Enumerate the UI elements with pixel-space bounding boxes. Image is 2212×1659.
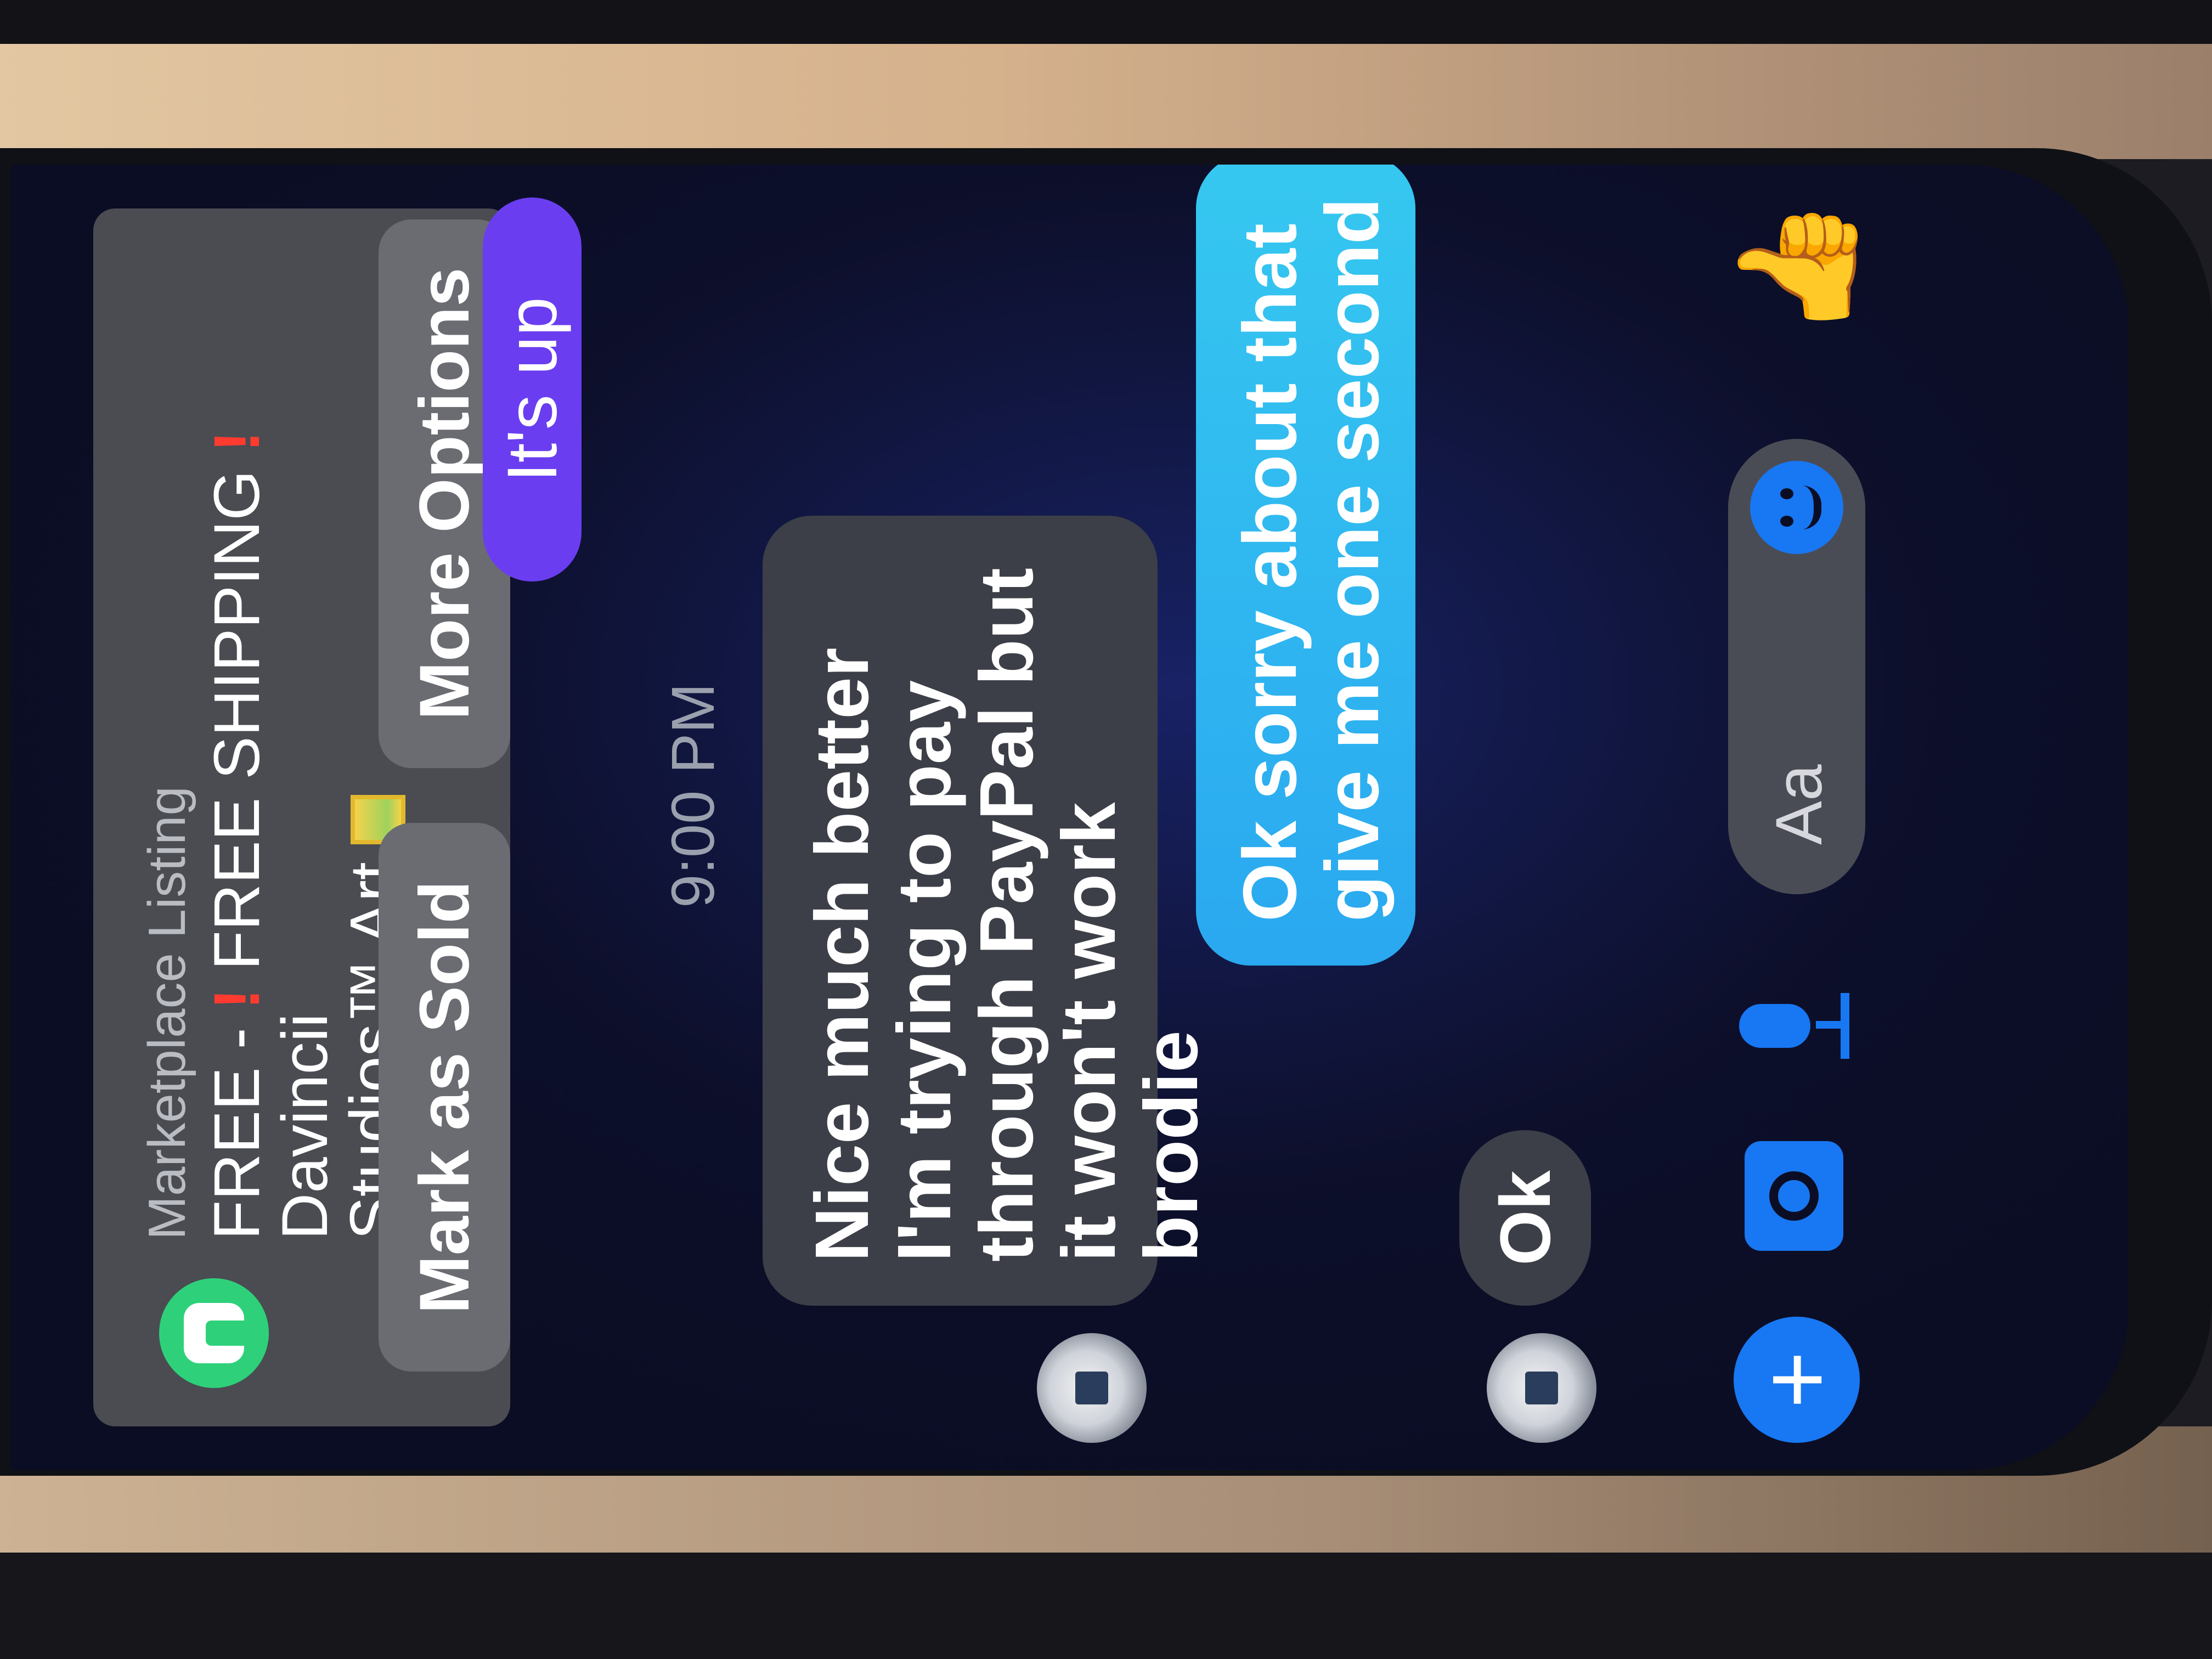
mic-stem xyxy=(1816,1021,1843,1029)
message-input[interactable]: Aa xyxy=(1728,439,1865,894)
mark-as-sold-button[interactable]: Mark as Sold xyxy=(379,823,510,1372)
thumbs-up-icon[interactable]: 👍 xyxy=(1732,197,1861,340)
microphone-icon[interactable] xyxy=(1739,971,1849,1081)
exclamation-icon: ! xyxy=(201,430,273,453)
message-input-placeholder: Aa xyxy=(1762,764,1836,845)
phone-bezel-bottom xyxy=(0,1553,2212,1659)
messenger-screen: Marketplace Listing FREE - ! FREE SHIPPI… xyxy=(11,165,2129,1470)
notification-body-mid: FREE SHIPPING xyxy=(201,452,273,989)
notification-body-prefix: FREE - xyxy=(201,1009,273,1240)
marketplace-notification[interactable]: Marketplace Listing FREE - ! FREE SHIPPI… xyxy=(93,208,510,1426)
plus-icon[interactable]: + xyxy=(1734,1317,1860,1443)
received-message-ok[interactable]: Ok xyxy=(1459,1130,1591,1306)
contact-avatar[interactable] xyxy=(1487,1333,1596,1443)
camera-icon[interactable] xyxy=(1745,1141,1843,1251)
message-timestamp: 9:00 PM xyxy=(659,683,727,908)
emoji-icon[interactable] xyxy=(1750,461,1843,554)
notification-body: FREE - ! FREE SHIPPING ! Davincii Studio… xyxy=(201,219,409,1240)
notification-body-suffix: Davincii xyxy=(269,1013,341,1240)
marketplace-glyph xyxy=(184,1303,244,1363)
received-message[interactable]: Nice much better I'm trying to pay throu… xyxy=(763,516,1214,1306)
background-surface xyxy=(0,44,2212,159)
sent-message-blue[interactable]: Ok sorry about that give me one second xyxy=(1196,165,1415,966)
message-composer: + Aa 👍 xyxy=(1701,165,1865,1470)
mic-capsule xyxy=(1739,1004,1810,1048)
marketplace-icon xyxy=(159,1278,269,1388)
photo-stage: Marketplace Listing FREE - ! FREE SHIPPI… xyxy=(0,0,2212,1659)
exclamation-icon: ! xyxy=(201,988,273,1010)
notification-title: Marketplace Listing xyxy=(138,786,196,1240)
contact-avatar[interactable] xyxy=(1037,1333,1147,1443)
sent-message-purple[interactable]: It's up xyxy=(483,198,582,582)
mic-base xyxy=(1841,993,1849,1059)
